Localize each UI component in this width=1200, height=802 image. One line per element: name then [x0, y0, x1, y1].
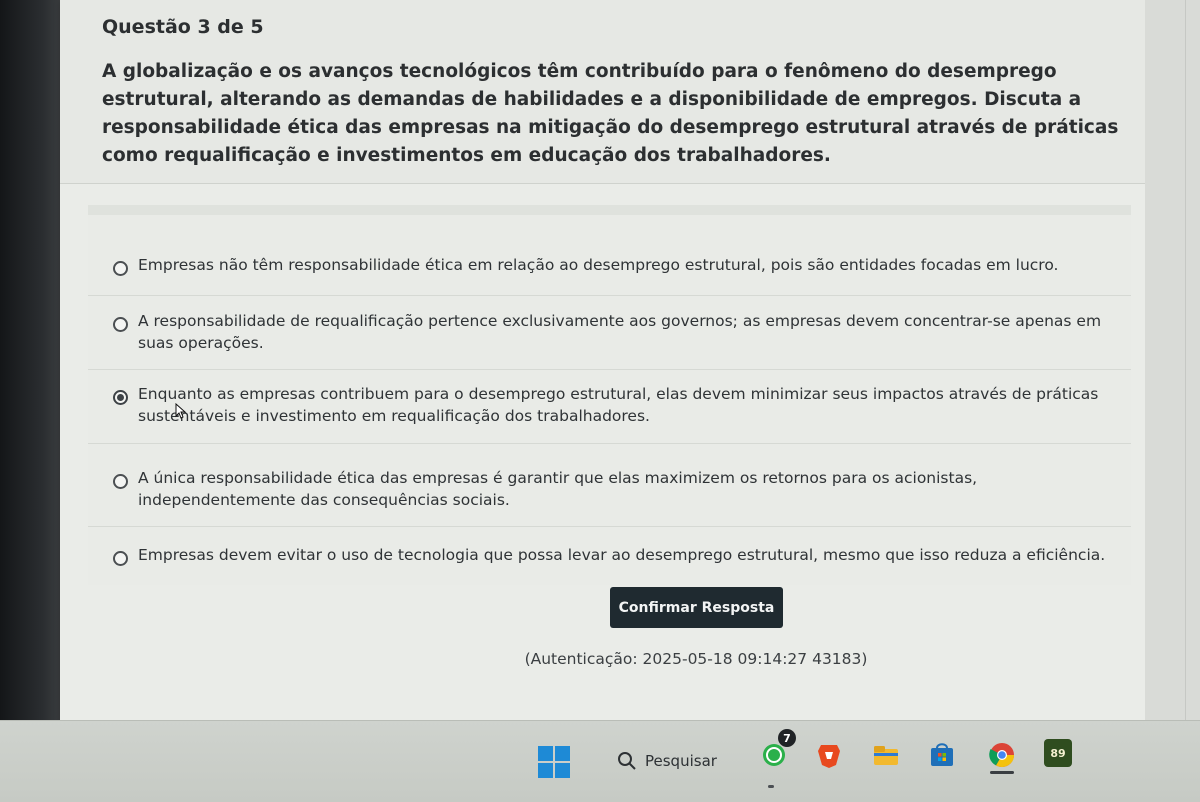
monitor-bezel [0, 0, 60, 802]
option-label: Empresas devem evitar o uso de tecnologi… [138, 546, 1106, 564]
question-text: A globalização e os avanços tecnológicos… [102, 61, 1119, 166]
active-app-indicator [990, 771, 1014, 774]
radio-button[interactable] [113, 474, 128, 489]
option-2[interactable]: A responsabilidade de requalificação per… [88, 295, 1131, 370]
radio-button-selected[interactable] [113, 390, 128, 405]
mouse-cursor-icon [175, 403, 187, 419]
screen: Questão 3 de 5 A globalização e os avanç… [0, 0, 1200, 802]
option-label: A única responsabilidade ética das empre… [138, 469, 978, 509]
divider [1185, 0, 1186, 720]
authentication-text: (Autenticação: 2025-05-18 09:14:27 43183… [524, 650, 868, 668]
question-header: Questão 3 de 5 A globalização e os avanç… [60, 0, 1145, 184]
radio-button[interactable] [113, 261, 128, 276]
windows-tile [538, 763, 553, 778]
option-label: Empresas não têm responsabilidade ética … [138, 256, 1059, 274]
windows-tile [555, 763, 570, 778]
brave-browser-icon[interactable] [815, 741, 843, 769]
option-label: Enquanto as empresas contribuem para o d… [138, 385, 1099, 425]
taskbar-search[interactable]: Pesquisar [592, 743, 742, 779]
search-label: Pesquisar [645, 752, 717, 770]
file-explorer-icon[interactable] [872, 741, 900, 769]
options-panel: Empresas não têm responsabilidade ética … [88, 205, 1131, 585]
radio-button[interactable] [113, 317, 128, 332]
option-5[interactable]: Empresas devem evitar o uso de tecnologi… [88, 526, 1131, 583]
quiz-page: Questão 3 de 5 A globalização e os avanç… [60, 0, 1145, 740]
option-4[interactable]: A única responsabilidade ética das empre… [88, 443, 1131, 527]
confirm-answer-button[interactable]: Confirmar Resposta [610, 587, 783, 628]
option-1[interactable]: Empresas não têm responsabilidade ética … [88, 240, 1131, 296]
side-panel [1145, 0, 1200, 720]
notification-badge: 7 [778, 729, 796, 747]
taskbar: Pesquisar 7 89 [0, 720, 1200, 802]
weather-widget-icon[interactable]: 89 [1044, 739, 1072, 767]
microsoft-store-icon[interactable] [928, 741, 956, 769]
question-number: Questão 3 de 5 [102, 16, 264, 38]
windows-tile [555, 746, 570, 761]
search-icon [618, 752, 636, 770]
chrome-icon[interactable] [988, 741, 1016, 769]
radio-button[interactable] [113, 551, 128, 566]
windows-start-icon[interactable] [538, 746, 570, 778]
option-3[interactable]: Enquanto as empresas contribuem para o d… [88, 369, 1131, 444]
option-label: A responsabilidade de requalificação per… [138, 312, 1102, 352]
windows-tile [538, 746, 553, 761]
running-indicator [768, 785, 774, 788]
